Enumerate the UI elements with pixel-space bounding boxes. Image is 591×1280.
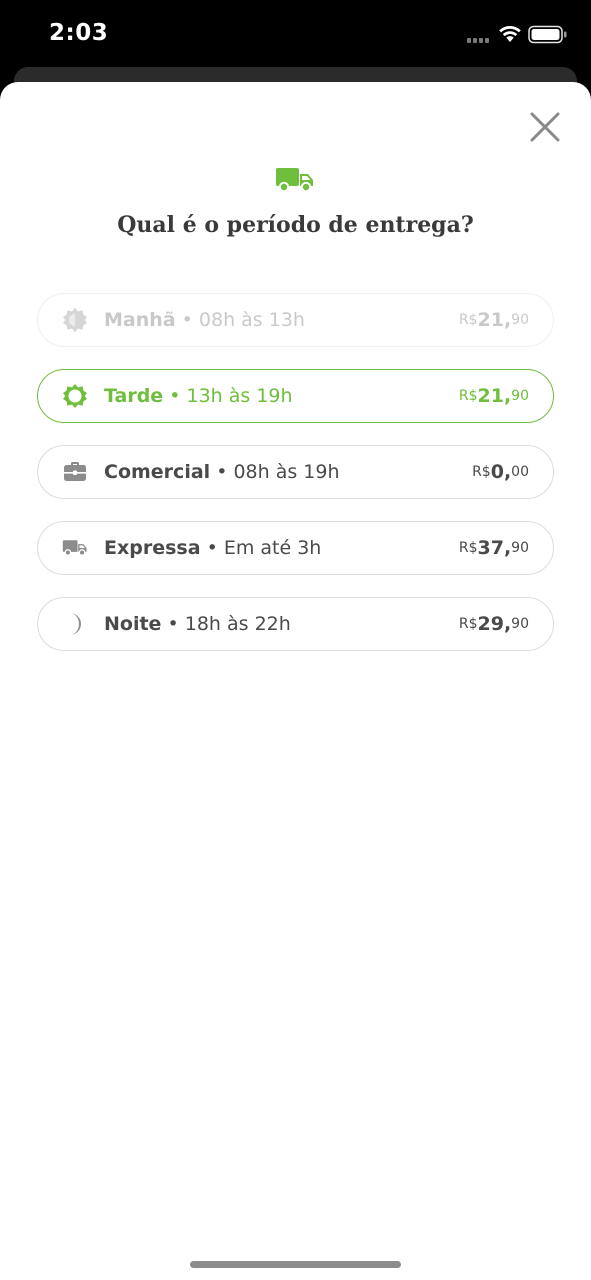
sheet-title: Qual é o período de entrega? <box>117 212 474 238</box>
moon-icon <box>62 611 88 637</box>
price-decimal: 90 <box>511 540 529 556</box>
option-price: R$ 29, 90 <box>459 598 529 650</box>
option-price: R$ 21, 90 <box>459 294 529 346</box>
price-integer: 37, <box>477 537 512 559</box>
option-period: 13h às 19h <box>186 385 293 407</box>
option-label: Expressa • Em até 3h <box>104 537 321 559</box>
truck-icon <box>62 535 88 561</box>
option-price: R$ 21, 90 <box>459 370 529 422</box>
price-currency: R$ <box>458 312 478 328</box>
price-decimal: 00 <box>511 464 529 480</box>
option-period: 08h às 19h <box>233 461 340 483</box>
option-name: Tarde <box>104 385 164 407</box>
price-integer: 29, <box>477 613 512 635</box>
price-integer: 0, <box>490 461 512 483</box>
option-label: Comercial • 08h às 19h <box>104 461 340 483</box>
option-separator: • <box>200 537 224 559</box>
price-integer: 21, <box>477 309 512 331</box>
option-separator: • <box>163 385 187 407</box>
battery-icon <box>528 25 568 49</box>
option-tarde[interactable]: Tarde • 13h às 19h R$ 21, 90 <box>37 369 554 423</box>
option-noite[interactable]: Noite • 18h às 22h R$ 29, 90 <box>37 597 554 651</box>
price-currency: R$ <box>458 540 478 556</box>
signal-icon <box>467 38 493 44</box>
delivery-options: Manhã • 08h às 13h R$ 21, 90 Tarde • 13h à… <box>37 293 554 673</box>
option-expressa[interactable]: Expressa • Em até 3h R$ 37, 90 <box>37 521 554 575</box>
price-decimal: 90 <box>511 312 529 328</box>
briefcase-icon <box>62 459 88 485</box>
option-manha[interactable]: Manhã • 08h às 13h R$ 21, 90 <box>37 293 554 347</box>
option-period: Em até 3h <box>223 537 322 559</box>
price-currency: R$ <box>458 616 478 632</box>
close-icon <box>530 112 560 142</box>
option-separator: • <box>175 309 199 331</box>
delivery-period-sheet: Qual é o período de entrega? Manhã • 08h… <box>0 82 591 1280</box>
status-bar: 2:03 <box>0 0 591 70</box>
wifi-icon <box>498 25 522 47</box>
option-price: R$ 37, 90 <box>459 522 529 574</box>
option-comercial[interactable]: Comercial • 08h às 19h R$ 0, 00 <box>37 445 554 499</box>
sun-dim-icon <box>62 307 88 333</box>
option-name: Manhã <box>104 309 176 331</box>
option-name: Comercial <box>104 461 211 483</box>
price-currency: R$ <box>472 464 491 480</box>
status-time: 2:03 <box>49 20 109 46</box>
option-label: Noite • 18h às 22h <box>104 613 291 635</box>
price-currency: R$ <box>458 388 478 404</box>
option-separator: • <box>161 613 185 635</box>
option-label: Tarde • 13h às 19h <box>104 385 293 407</box>
truck-icon <box>275 166 315 198</box>
price-decimal: 90 <box>511 388 529 404</box>
option-period: 18h às 22h <box>184 613 291 635</box>
price-integer: 21, <box>477 385 512 407</box>
option-name: Noite <box>104 613 162 635</box>
option-price: R$ 0, 00 <box>472 446 529 498</box>
option-label: Manhã • 08h às 13h <box>104 309 305 331</box>
option-name: Expressa <box>104 537 201 559</box>
option-period: 08h às 13h <box>198 309 305 331</box>
sun-icon <box>62 383 88 409</box>
option-separator: • <box>210 461 234 483</box>
close-button[interactable] <box>526 108 564 146</box>
screen: 2:03 Qual é o período de entrega? Manhã … <box>0 0 591 1280</box>
home-indicator[interactable] <box>190 1261 401 1268</box>
price-decimal: 90 <box>511 616 529 632</box>
